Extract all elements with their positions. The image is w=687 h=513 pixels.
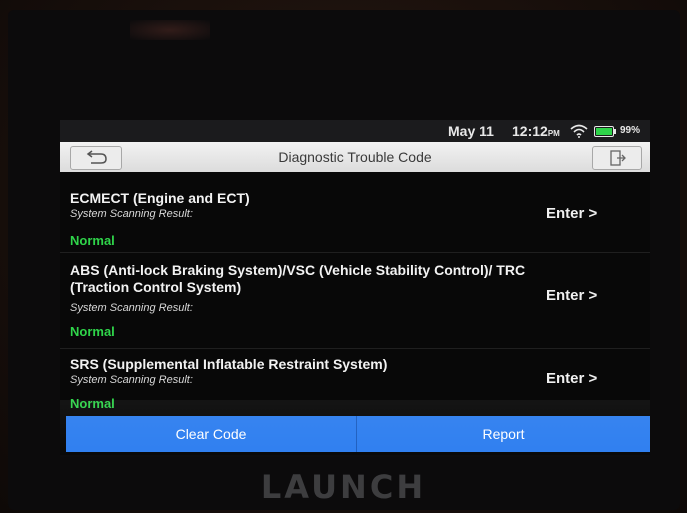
result-label: System Scanning Result: <box>70 208 193 220</box>
exit-button[interactable] <box>592 146 642 170</box>
action-bar: Clear Code Report <box>66 416 650 452</box>
status-time-value: 12:12 <box>512 123 548 139</box>
divider <box>60 252 650 253</box>
report-button[interactable]: Report <box>357 416 650 452</box>
status-battery: 99% <box>620 125 641 136</box>
wifi-icon <box>570 124 588 138</box>
result-status: Normal <box>70 396 115 411</box>
battery-icon <box>594 126 616 137</box>
system-name: SRS (Supplemental Inflatable Restraint S… <box>70 356 388 372</box>
clear-code-button[interactable]: Clear Code <box>66 416 356 452</box>
system-name: ABS (Anti-lock Braking System)/VSC (Vehi… <box>70 262 526 295</box>
bezel-glare <box>130 20 210 40</box>
enter-button[interactable]: Enter > <box>546 287 597 304</box>
status-time: 12:12PM <box>512 123 560 139</box>
brand-logo: LAUNCH <box>260 468 427 506</box>
page-title: Diagnostic Trouble Code <box>278 149 432 165</box>
status-bar: May 11 12:12PM 99% <box>60 120 650 142</box>
exit-icon <box>610 150 626 166</box>
result-label: System Scanning Result: <box>70 302 193 314</box>
result-status: Normal <box>70 233 115 248</box>
status-ampm: PM <box>547 129 560 138</box>
result-status: Normal <box>70 324 115 339</box>
title-bar: Diagnostic Trouble Code <box>60 142 650 172</box>
status-date: May 11 <box>448 123 494 139</box>
enter-button[interactable]: Enter > <box>546 205 597 222</box>
result-label: System Scanning Result: <box>70 374 193 386</box>
divider <box>60 348 650 349</box>
enter-button[interactable]: Enter > <box>546 370 597 387</box>
device-screen: May 11 12:12PM 99% Diagnostic Trouble Co… <box>60 120 650 455</box>
system-name: ECMECT (Engine and ECT) <box>70 190 250 206</box>
